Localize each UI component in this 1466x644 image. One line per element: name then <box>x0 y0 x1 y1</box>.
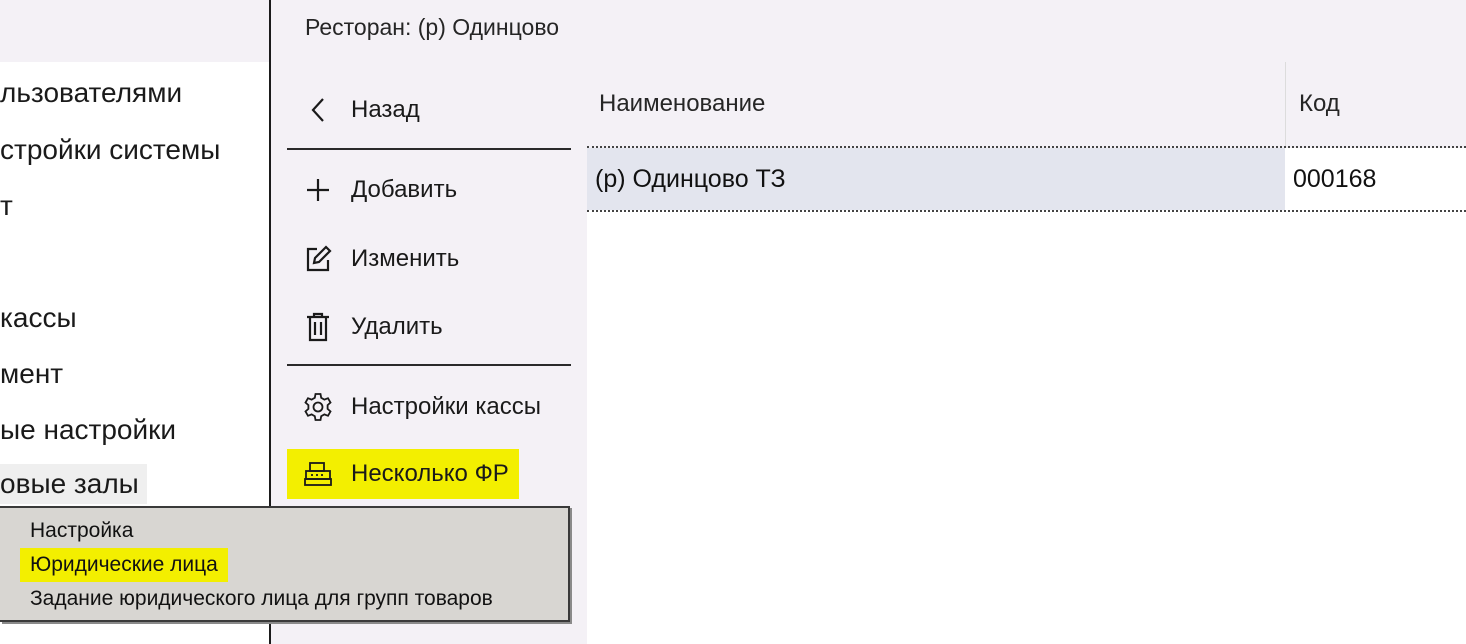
cell-code[interactable]: 000168 <box>1293 148 1376 210</box>
multiple-fr-label: Несколько ФР <box>351 460 509 487</box>
nav-item-registers[interactable]: кассы <box>0 298 85 338</box>
column-separator[interactable] <box>1285 62 1286 146</box>
register-settings-button[interactable]: Настройки кассы <box>287 382 541 432</box>
back-label: Назад <box>351 96 420 123</box>
table-row[interactable]: (р) Одинцово ТЗ 000168 <box>587 148 1466 212</box>
cell-name[interactable]: (р) Одинцово ТЗ <box>587 148 1285 210</box>
column-header-name[interactable]: Наименование <box>599 62 765 146</box>
column-header-code[interactable]: Код <box>1299 62 1340 146</box>
left-nav-header <box>0 0 269 62</box>
plus-icon <box>301 173 335 207</box>
title-strip <box>587 0 1466 62</box>
multiple-fr-button[interactable]: Несколько ФР <box>287 449 519 499</box>
add-button[interactable]: Добавить <box>287 165 457 215</box>
edit-icon <box>301 242 335 276</box>
menu-item-legal-entities[interactable]: Юридические лица <box>20 548 228 582</box>
delete-label: Удалить <box>351 313 443 340</box>
trash-icon <box>301 310 335 344</box>
divider <box>287 148 571 150</box>
nav-item-system-settings[interactable]: стройки системы <box>0 130 228 170</box>
nav-item-users[interactable]: льзователями <box>0 73 190 113</box>
nav-item-settings[interactable]: ые настройки <box>0 410 184 450</box>
add-label: Добавить <box>351 176 458 203</box>
menu-item-legal-entity-product-groups[interactable]: Задание юридического лица для групп това… <box>20 582 503 616</box>
edit-label: Изменить <box>351 245 460 272</box>
restaurant-title: Ресторан: (р) Одинцово <box>305 14 560 40</box>
menu-item-setup[interactable]: Настройка <box>20 514 143 548</box>
register-settings-label: Настройки кассы <box>351 393 541 420</box>
table-header: Наименование Код <box>587 62 1466 148</box>
cash-register-icon <box>301 457 335 491</box>
delete-button[interactable]: Удалить <box>287 302 443 352</box>
edit-button[interactable]: Изменить <box>287 234 459 284</box>
context-menu: Настройка Юридические лица Задание юриди… <box>0 506 570 622</box>
gear-icon <box>301 390 335 424</box>
back-button[interactable]: Назад <box>287 85 420 135</box>
nav-item-3[interactable]: т <box>0 186 21 226</box>
nav-item-5[interactable]: мент <box>0 354 71 394</box>
nav-item-halls[interactable]: овые залы <box>0 464 147 504</box>
chevron-left-icon <box>301 93 335 127</box>
divider <box>287 364 571 366</box>
